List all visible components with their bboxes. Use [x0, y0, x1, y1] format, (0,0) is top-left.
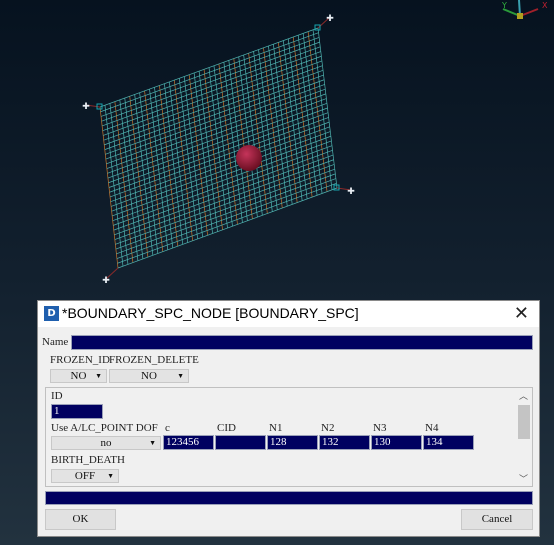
mesh-line: [102, 51, 321, 132]
column-label-3: N2: [321, 422, 335, 434]
mesh-line: [103, 55, 322, 136]
mesh-line: [103, 60, 323, 141]
mesh-line: [107, 93, 326, 174]
title-bar[interactable]: D *BOUNDARY_SPC_NODE [BOUNDARY_SPC] ✕: [38, 301, 539, 327]
column-field-2[interactable]: 128: [267, 435, 318, 450]
column-label-1: CID: [217, 422, 236, 434]
dropdown-arrow-icon: ▼: [95, 372, 102, 380]
mesh-line: [113, 150, 333, 231]
ok-button[interactable]: OK: [45, 509, 116, 530]
dropdown-arrow-icon: ▼: [107, 472, 114, 480]
mesh-line: [109, 112, 329, 193]
frozen-delete-select[interactable]: NO ▼: [109, 369, 189, 383]
mesh-line: [114, 154, 334, 236]
mesh-line: [116, 178, 337, 259]
frozen-delete-label: FROZEN_DELETE: [109, 354, 199, 366]
mesh-line: [100, 37, 320, 117]
column-field-1[interactable]: [215, 435, 266, 450]
dropdown-arrow-icon: ▼: [177, 372, 184, 380]
status-field: [45, 491, 533, 505]
vertical-scrollbar[interactable]: ︿ ﹀: [516, 388, 532, 486]
mesh-line: [106, 88, 326, 169]
sphere: [236, 145, 262, 171]
mesh-line: [117, 182, 337, 264]
mesh-line: [113, 145, 333, 226]
use-lc-point-dof-value: no: [100, 437, 112, 449]
mesh-line: [112, 140, 332, 221]
mesh-line: [99, 27, 319, 108]
y-axis-label: Y: [501, 1, 507, 10]
mesh-line: [101, 41, 320, 122]
close-icon[interactable]: ✕: [514, 303, 529, 324]
mesh-line: [109, 117, 329, 198]
scroll-down-icon[interactable]: ﹀: [519, 472, 528, 485]
fields-panel: ID 1 Use A/LC_POINT DOF no ▼ c 123456 CID …: [45, 387, 533, 487]
frozen-id-select[interactable]: NO ▼: [50, 369, 107, 383]
svg-text:✚: ✚: [347, 187, 355, 197]
mesh-line: [105, 74, 324, 155]
dialog-title: *BOUNDARY_SPC_NODE [BOUNDARY_SPC]: [62, 305, 359, 321]
mesh-line: [110, 121, 330, 203]
x-axis-label: X: [542, 1, 548, 10]
birth-death-select[interactable]: OFF ▼: [51, 469, 119, 483]
scrollbar-thumb[interactable]: [518, 405, 530, 439]
mesh-line: [100, 32, 319, 113]
mesh-line: [106, 84, 325, 165]
name-field[interactable]: [71, 335, 533, 350]
column-label-5: N4: [425, 422, 439, 434]
frozen-id-label: FROZEN_ID: [50, 354, 110, 366]
frozen-delete-value: NO: [141, 370, 157, 382]
boundary-spc-node-dialog: D *BOUNDARY_SPC_NODE [BOUNDARY_SPC] ✕ Na…: [37, 300, 540, 537]
column-label-4: N3: [373, 422, 387, 434]
column-label-2: N1: [269, 422, 283, 434]
axis-triad: Y X: [501, 0, 548, 19]
svg-text:✚: ✚: [102, 276, 110, 286]
name-label: Name: [42, 336, 69, 348]
mesh-line: [104, 70, 324, 150]
column-field-5[interactable]: 134: [423, 435, 474, 450]
mesh-line: [107, 98, 327, 179]
column-field-0[interactable]: 123456: [163, 435, 214, 450]
svg-text:✚: ✚: [82, 102, 90, 112]
mesh-line: [104, 65, 323, 146]
use-lc-point-dof-select[interactable]: no ▼: [51, 436, 161, 450]
mesh-line: [101, 46, 321, 127]
id-field[interactable]: 1: [51, 404, 103, 419]
mesh-line: [117, 187, 338, 269]
mesh-line: [110, 126, 330, 207]
id-label: ID: [51, 390, 63, 402]
mesh-line: [111, 131, 331, 212]
column-field-3[interactable]: 132: [319, 435, 370, 450]
mesh-line: [116, 173, 336, 255]
mesh-line: [115, 168, 335, 250]
birth-death-value: OFF: [74, 470, 96, 482]
column-field-4[interactable]: 130: [371, 435, 422, 450]
birth-death-label: BIRTH_DEATH: [51, 454, 125, 466]
shell-mesh: [99, 27, 338, 269]
svg-text:✚: ✚: [326, 14, 334, 24]
lsdyna-app-icon: D: [44, 306, 59, 321]
use-lc-point-dof-label: Use A/LC_POINT DOF: [51, 422, 158, 434]
mesh-line: [108, 102, 328, 184]
frozen-id-value: NO: [70, 370, 87, 382]
mesh-line: [115, 164, 335, 245]
scroll-up-icon[interactable]: ︿: [519, 389, 528, 402]
mesh-line: [112, 135, 331, 217]
dropdown-arrow-icon: ▼: [149, 439, 156, 447]
mesh-line: [105, 79, 325, 160]
mesh-line: [114, 159, 334, 240]
mesh-line: [108, 107, 328, 188]
column-label-0: c: [165, 422, 170, 434]
cancel-button[interactable]: Cancel: [461, 509, 533, 530]
